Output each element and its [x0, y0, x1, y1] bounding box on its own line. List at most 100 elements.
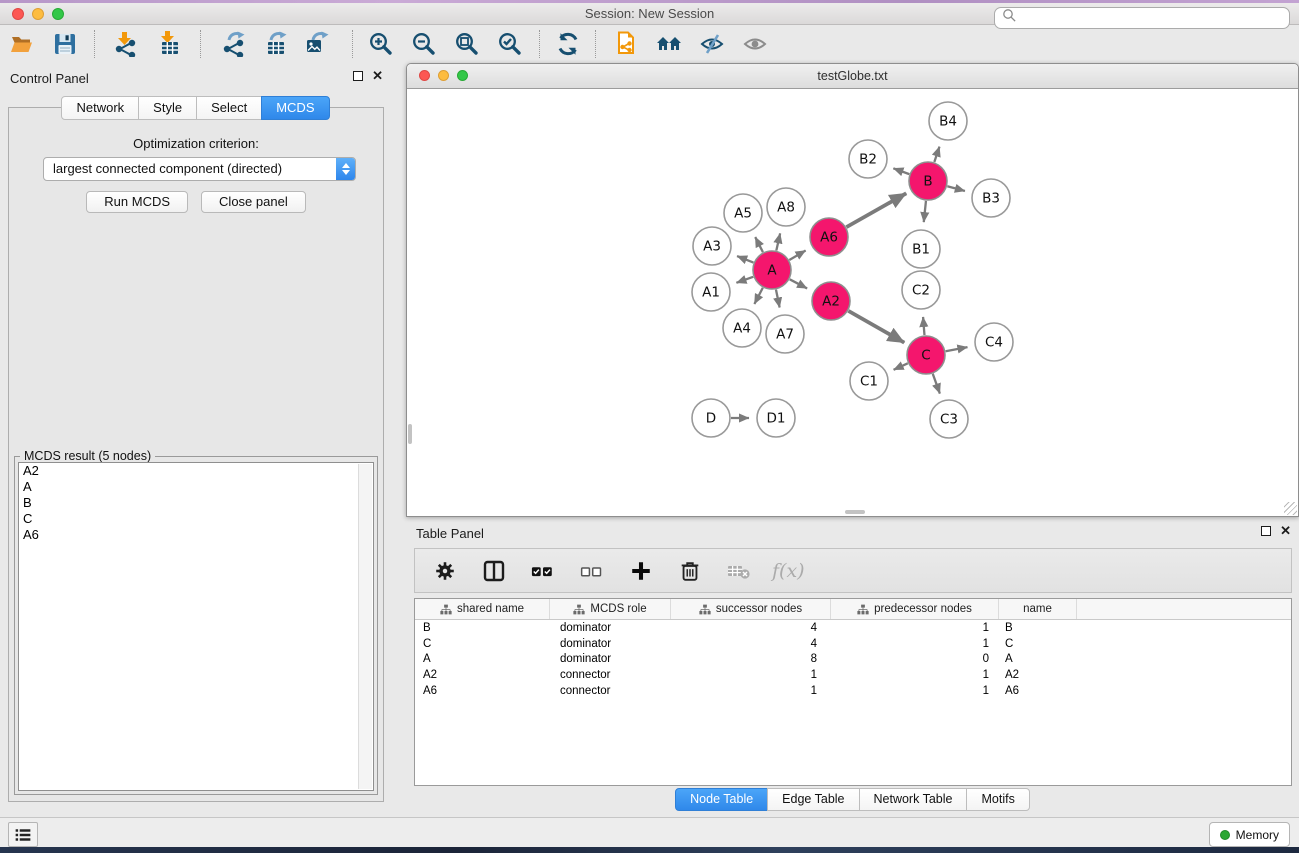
close-panel-button[interactable]: Close panel [201, 191, 306, 213]
canvas-horizontal-scrollbar[interactable] [845, 510, 865, 514]
gear-button[interactable] [429, 555, 461, 587]
zoom-selected-button[interactable] [494, 28, 526, 60]
zoom-fit-button[interactable] [451, 28, 483, 60]
tab-motifs[interactable]: Motifs [966, 788, 1029, 811]
graph-edge-A-A8[interactable] [776, 233, 780, 250]
column-header-name[interactable]: name [999, 599, 1077, 619]
result-list-item[interactable]: C [19, 511, 373, 527]
graph-edge-A-A4[interactable] [754, 288, 762, 304]
memory-button[interactable]: Memory [1209, 822, 1290, 847]
table-body: Bdominator41BCdominator41CAdominator80AA… [415, 620, 1291, 699]
table-row[interactable]: A6connector11A6 [415, 683, 1291, 699]
hide-graphics-details-icon [699, 31, 725, 57]
table-cell: A2 [999, 669, 1077, 681]
graph-edge-A-A6[interactable] [789, 251, 805, 260]
column-header-MCDS-role[interactable]: MCDS role [550, 599, 671, 619]
graph-edge-B-B3[interactable] [947, 186, 965, 191]
save-button[interactable] [49, 28, 81, 60]
new-network-document-button[interactable] [610, 28, 642, 60]
search-input[interactable] [994, 7, 1290, 29]
graph-edge-B-B4[interactable] [934, 147, 939, 162]
table-row[interactable]: A2connector11A2 [415, 667, 1291, 683]
column-header-shared-name[interactable]: shared name [415, 599, 550, 619]
select-all-checkboxes-button[interactable] [527, 555, 559, 587]
result-list-scrollbar[interactable] [358, 464, 372, 789]
column-header-successor-nodes[interactable]: successor nodes [671, 599, 831, 619]
graph-edge-A-A1[interactable] [736, 277, 753, 283]
table-row[interactable]: Cdominator41C [415, 636, 1291, 652]
mcds-result-list[interactable]: A2ABCA6 [18, 462, 374, 791]
show-graphics-details-button[interactable] [739, 28, 771, 60]
add-button[interactable] [625, 555, 657, 587]
export-image-button[interactable] [301, 28, 333, 60]
graph-node-label-A: A [767, 263, 777, 279]
column-header-predecessor-nodes[interactable]: predecessor nodes [831, 599, 999, 619]
refresh-button[interactable] [552, 28, 584, 60]
graph-edge-A-A2[interactable] [790, 279, 807, 288]
criterion-dropdown[interactable]: largest connected component (directed) [43, 157, 356, 181]
task-history-button[interactable] [8, 822, 38, 847]
import-table-button[interactable] [153, 28, 185, 60]
graph-edge-A-A7[interactable] [776, 290, 780, 308]
result-list-item[interactable]: A [19, 479, 373, 495]
graph-node-label-C2: C2 [912, 283, 930, 299]
tab-edge-table[interactable]: Edge Table [767, 788, 859, 811]
close-table-panel-icon[interactable]: ✕ [1280, 526, 1291, 536]
float-panel-icon[interactable] [353, 71, 363, 81]
close-panel-icon[interactable]: ✕ [372, 71, 383, 81]
graph-edge-A6-B[interactable] [846, 193, 906, 227]
canvas-vertical-scrollbar[interactable] [408, 424, 412, 444]
table-row[interactable]: Bdominator41B [415, 620, 1291, 636]
result-list-item[interactable]: A6 [19, 527, 373, 543]
tab-style[interactable]: Style [138, 96, 197, 120]
zoom-in-button[interactable] [365, 28, 397, 60]
graph-edge-C-C2[interactable] [923, 317, 924, 335]
graph-node-label-C: C [921, 348, 930, 364]
graph-node-label-C4: C4 [985, 335, 1003, 351]
table-cell: A [999, 653, 1077, 665]
resize-grip-icon[interactable] [1284, 502, 1297, 515]
graph-edge-B-B1[interactable] [924, 201, 926, 222]
table-cell: A2 [415, 669, 550, 681]
graph-edge-A-A3[interactable] [737, 256, 753, 263]
houses-button[interactable] [653, 28, 685, 60]
table-cell: 8 [671, 653, 831, 665]
graph-node-label-A2: A2 [822, 294, 840, 310]
tab-node-table[interactable]: Node Table [675, 788, 768, 811]
table-row[interactable]: Adominator80A [415, 652, 1291, 668]
graph-node-label-B2: B2 [859, 152, 877, 168]
graph-edge-A-A5[interactable] [755, 237, 763, 252]
open-session-button[interactable] [6, 28, 38, 60]
run-mcds-button[interactable]: Run MCDS [86, 191, 188, 213]
result-list-item[interactable]: A2 [19, 463, 373, 479]
tab-select[interactable]: Select [196, 96, 262, 120]
function-builder-icon[interactable]: f(x) [772, 560, 805, 582]
graph-edge-C-C1[interactable] [894, 363, 908, 369]
graph-node-label-A8: A8 [777, 200, 795, 216]
tab-network-table[interactable]: Network Table [859, 788, 968, 811]
graph-edge-A2-C[interactable] [848, 311, 904, 343]
zoom-out-button[interactable] [408, 28, 440, 60]
export-table-button[interactable] [259, 28, 291, 60]
delete-table-button[interactable] [723, 555, 755, 587]
graph-edge-B-B2[interactable] [893, 168, 909, 174]
network-canvas[interactable]: AA1A2A3A4A5A6A7A8BB1B2B3B4CC1C2C3C4DD1 [407, 89, 1298, 516]
graph-edge-C-C3[interactable] [933, 374, 940, 394]
export-network-button[interactable] [217, 28, 249, 60]
table-cell: B [415, 622, 550, 634]
trash-button[interactable] [674, 555, 706, 587]
graph-edge-C-C4[interactable] [946, 347, 968, 351]
tab-mcds[interactable]: MCDS [261, 96, 329, 120]
float-table-panel-icon[interactable] [1261, 526, 1271, 536]
graph-node-label-A7: A7 [776, 327, 794, 343]
import-network-button[interactable] [109, 28, 141, 60]
graph-node-label-A6: A6 [820, 230, 838, 246]
deselect-all-checkboxes-button[interactable] [576, 555, 608, 587]
hide-graphics-details-button[interactable] [696, 28, 728, 60]
table-panel: Table Panel ✕ f(x) shared nameMCDS roles… [406, 520, 1299, 816]
graph-node-label-A3: A3 [703, 239, 721, 255]
show-graphics-details-icon [742, 31, 768, 57]
columns-button[interactable] [478, 555, 510, 587]
tab-network[interactable]: Network [61, 96, 139, 120]
result-list-item[interactable]: B [19, 495, 373, 511]
